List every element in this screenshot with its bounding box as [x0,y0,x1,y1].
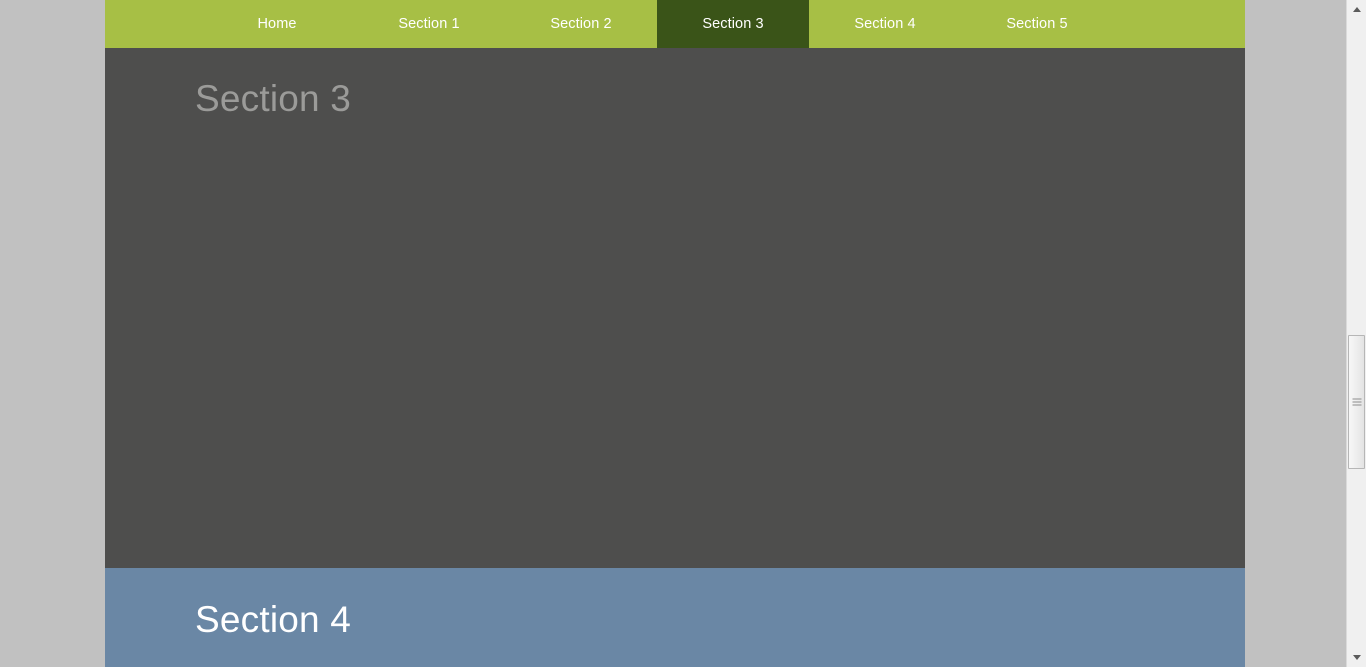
scrollbar-up-button[interactable] [1347,0,1366,19]
section-3-panel: Section 3 [105,0,1245,568]
page-sections: Section 3 Section 4 [105,0,1245,667]
document-column: Section 3 Section 4 Home Section 1 Secti… [105,0,1245,667]
browser-viewport: Section 3 Section 4 Home Section 1 Secti… [0,0,1346,667]
section-4-title: Section 4 [195,599,352,640]
top-navigation-bar: Home Section 1 Section 2 Section 3 Secti… [105,0,1245,48]
nav-item-home[interactable]: Home [201,0,353,48]
nav-item-section-4[interactable]: Section 4 [809,0,961,48]
section-3-title: Section 3 [195,78,352,119]
section-4-panel: Section 4 [105,568,1245,667]
nav-item-section-1[interactable]: Section 1 [353,0,505,48]
nav-item-section-5[interactable]: Section 5 [961,0,1113,48]
scrollbar-thumb[interactable] [1348,335,1365,469]
triangle-down-icon [1352,655,1361,660]
nav-item-section-3[interactable]: Section 3 [657,0,809,48]
scrollbar-down-button[interactable] [1347,648,1366,667]
vertical-scrollbar[interactable] [1346,0,1366,667]
scrollbar-grip-icon [1352,398,1361,406]
nav-item-section-2[interactable]: Section 2 [505,0,657,48]
scrollbar-track[interactable] [1347,19,1366,648]
triangle-up-icon [1352,7,1361,12]
